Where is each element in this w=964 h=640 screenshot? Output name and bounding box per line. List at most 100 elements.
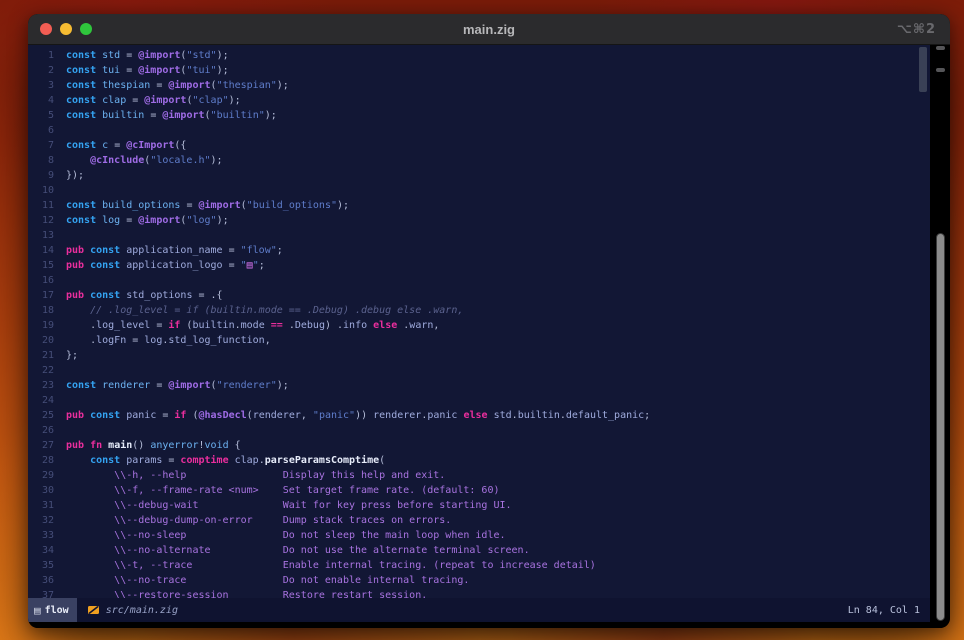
line-number: 4 xyxy=(34,93,54,108)
line-number: 11 xyxy=(34,198,54,213)
line-number: 35 xyxy=(34,558,54,573)
line-number: 27 xyxy=(34,438,54,453)
window-scrollbar-track[interactable] xyxy=(930,45,950,622)
code-line: 1const std = @import("std"); xyxy=(28,48,930,63)
scrollbar-mark-second xyxy=(936,68,945,72)
line-number: 21 xyxy=(34,348,54,363)
code-line: 29 \\-h, --help Display this help and ex… xyxy=(28,468,930,483)
line-number: 28 xyxy=(34,453,54,468)
code-line-text: pub const std_options = .{ xyxy=(66,288,223,303)
code-line: 33 \\--no-sleep Do not sleep the main lo… xyxy=(28,528,930,543)
code-line: 27 pub fn main() anyerror!void { xyxy=(28,438,930,453)
code-line: 23const renderer = @import("renderer"); xyxy=(28,378,930,393)
line-number: 17 xyxy=(34,288,54,303)
code-line-text: \\-f, --frame-rate <num> Set target fram… xyxy=(66,483,499,498)
line-number: 3 xyxy=(34,78,54,93)
line-number: 6 xyxy=(34,123,54,138)
code-line: 15 pub const application_logo = "▤"; xyxy=(28,258,930,273)
code-line-text: const log = @import("log"); xyxy=(66,213,229,228)
code-line: 6 xyxy=(28,123,930,138)
line-number: 5 xyxy=(34,108,54,123)
code-line: 7 const c = @cImport({ xyxy=(28,138,930,153)
code-line: 36 \\--no-trace Do not enable internal t… xyxy=(28,573,930,588)
app-name-chip[interactable]: ▤ flow xyxy=(28,598,77,622)
code-line: 19 .log_level = if (builtin.mode == .Deb… xyxy=(28,318,930,333)
code-line: 26 xyxy=(28,423,930,438)
line-number: 33 xyxy=(34,528,54,543)
code-line-text: @cInclude("locale.h"); xyxy=(66,153,223,168)
line-number: 12 xyxy=(34,213,54,228)
code-line-text: \\--no-sleep Do not sleep the main loop … xyxy=(66,528,506,543)
code-line-text: }; xyxy=(66,348,78,363)
terminal-window: main.zig ⌥⌘2 1const std = @import("std")… xyxy=(28,14,950,628)
line-number: 10 xyxy=(34,183,54,198)
code-line-text: \\--debug-dump-on-error Dump stack trace… xyxy=(66,513,451,528)
code-line: 2 const tui = @import("tui"); xyxy=(28,63,930,78)
flow-logo-icon: ▤ xyxy=(34,604,41,617)
code-line-text: pub fn main() anyerror!void { xyxy=(66,438,241,453)
cursor-position-label: Ln 84, Col 1 xyxy=(848,605,920,616)
code-line-text: const builtin = @import("builtin"); xyxy=(66,108,277,123)
file-path-label: src/main.zig xyxy=(106,605,178,616)
code-line: 21}; xyxy=(28,348,930,363)
line-number: 37 xyxy=(34,588,54,598)
code-line-text: \\--restore-session Restore restart sess… xyxy=(66,588,427,598)
code-line-text: .logFn = log.std_log_function, xyxy=(66,333,271,348)
line-number: 14 xyxy=(34,243,54,258)
line-number: 18 xyxy=(34,303,54,318)
code-line: 32 \\--debug-dump-on-error Dump stack tr… xyxy=(28,513,930,528)
window-titlebar[interactable]: main.zig ⌥⌘2 xyxy=(28,14,950,45)
code-line: 8 @cInclude("locale.h"); xyxy=(28,153,930,168)
code-line-text: const build_options = @import("build_opt… xyxy=(66,198,349,213)
code-line: 34 \\--no-alternate Do not use the alter… xyxy=(28,543,930,558)
code-line: 9}); xyxy=(28,168,930,183)
code-line: 18 // .log_level = if (builtin.mode == .… xyxy=(28,303,930,318)
code-line: 37 \\--restore-session Restore restart s… xyxy=(28,588,930,598)
code-line: 35 \\-t, --trace Enable internal tracing… xyxy=(28,558,930,573)
line-number: 29 xyxy=(34,468,54,483)
scrollbar-mark-top xyxy=(936,46,945,50)
line-number: 7 xyxy=(34,138,54,153)
code-line-text: pub const application_logo = "▤"; xyxy=(66,258,265,273)
code-line: 24 xyxy=(28,393,930,408)
line-number: 26 xyxy=(34,423,54,438)
code-line-text: pub const panic = if (@hasDecl(renderer,… xyxy=(66,408,650,423)
code-line-text: const tui = @import("tui"); xyxy=(66,63,229,78)
code-line-text: const clap = @import("clap"); xyxy=(66,93,241,108)
editor-scrollbar-thumb[interactable] xyxy=(919,47,927,92)
status-bar: ▤ flow src/main.zig Ln 84, Col 1 xyxy=(28,598,930,622)
line-number: 15 xyxy=(34,258,54,273)
line-number: 31 xyxy=(34,498,54,513)
window-shortcut-badge: ⌥⌘2 xyxy=(897,22,936,37)
code-line: 10 xyxy=(28,183,930,198)
code-line: 3 const thespian = @import("thespian"); xyxy=(28,78,930,93)
line-number: 20 xyxy=(34,333,54,348)
code-line-text: \\--no-trace Do not enable internal trac… xyxy=(66,573,469,588)
line-number: 36 xyxy=(34,573,54,588)
code-line-text: \\--no-alternate Do not use the alternat… xyxy=(66,543,530,558)
code-line: 16 xyxy=(28,273,930,288)
line-number: 16 xyxy=(34,273,54,288)
code-editor[interactable]: 1const std = @import("std");2 const tui =… xyxy=(28,45,930,598)
code-line-text: pub const application_name = "flow"; xyxy=(66,243,283,258)
line-number: 13 xyxy=(34,228,54,243)
line-number: 1 xyxy=(34,48,54,63)
line-number: 25 xyxy=(34,408,54,423)
code-line: 25 pub const panic = if (@hasDecl(rendere… xyxy=(28,408,930,423)
code-line: 17 pub const std_options = .{ xyxy=(28,288,930,303)
file-status-icon xyxy=(87,604,100,616)
line-number: 23 xyxy=(34,378,54,393)
line-number: 2 xyxy=(34,63,54,78)
code-line: 31 \\--debug-wait Wait for key press bef… xyxy=(28,498,930,513)
line-number: 34 xyxy=(34,543,54,558)
code-line-text: const c = @cImport({ xyxy=(66,138,186,153)
desktop: { "window": { "title": "main.zig", "shor… xyxy=(0,0,964,640)
app-name-label: flow xyxy=(45,605,69,616)
code-line: 11 const build_options = @import("build_o… xyxy=(28,198,930,213)
code-line: 13 xyxy=(28,228,930,243)
code-line: 12 const log = @import("log"); xyxy=(28,213,930,228)
code-line-text: .log_level = if (builtin.mode == .Debug)… xyxy=(66,318,439,333)
code-line-text: const thespian = @import("thespian"); xyxy=(66,78,289,93)
line-number: 30 xyxy=(34,483,54,498)
window-scrollbar-thumb[interactable] xyxy=(936,233,945,621)
